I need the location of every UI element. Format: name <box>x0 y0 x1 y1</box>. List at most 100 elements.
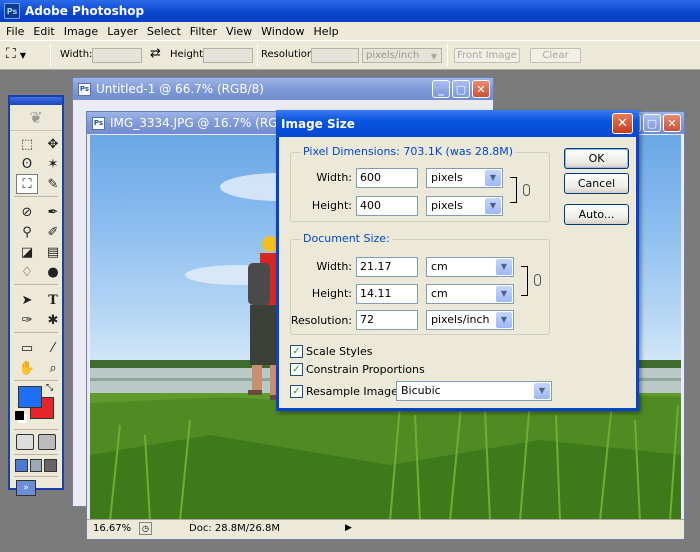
notes-tool-icon[interactable]: ▭ <box>16 338 38 358</box>
resample-image-label: Resample Image: <box>306 385 402 398</box>
dodge-tool-icon[interactable]: ● <box>42 262 64 282</box>
toolbox-separator <box>14 454 58 455</box>
brush-tool-icon[interactable]: ✒ <box>42 202 64 222</box>
menu-select[interactable]: Select <box>144 25 187 38</box>
gradient-tool-icon[interactable]: ▤ <box>42 242 64 262</box>
cancel-button[interactable]: Cancel <box>564 173 629 194</box>
window-title-bar[interactable]: Ps Untitled-1 @ 66.7% (RGB/8) _ ▢ ✕ <box>73 78 493 100</box>
menu-window[interactable]: Window <box>258 25 310 38</box>
healing-brush-tool-icon[interactable]: ⊘ <box>16 202 38 222</box>
zoom-level[interactable]: 16.67% <box>93 523 131 534</box>
swap-colors-icon[interactable]: ⤡ <box>46 383 53 393</box>
menu-image[interactable]: Image <box>61 25 104 38</box>
resolution-label: Resolution: <box>290 314 352 327</box>
dialog-title: Image Size <box>281 116 355 131</box>
status-scroll-right-icon[interactable]: ▶ <box>345 523 352 533</box>
app-title: Adobe Photoshop <box>25 4 145 18</box>
standard-mode-icon[interactable] <box>16 434 34 450</box>
menu-layer[interactable]: Layer <box>104 25 144 38</box>
menu-bar: File Edit Image Layer Select Filter View… <box>0 22 700 40</box>
options-bar: ⛶ ▼ Width: ⇄ Height: Resolution: pixels/i… <box>0 40 700 70</box>
move-tool-icon[interactable]: ✥ <box>42 134 64 154</box>
path-selection-tool-icon[interactable]: ➤ <box>16 290 38 310</box>
doc-width-input[interactable]: 21.17 <box>356 257 418 277</box>
chevron-down-icon: ▼ <box>534 383 550 399</box>
doc-height-input[interactable]: 14.11 <box>356 284 418 304</box>
zoom-tool-icon[interactable]: ⌕ <box>42 358 64 378</box>
doc-width-unit-select[interactable]: cm ▼ <box>426 257 514 277</box>
resample-method-value: Bicubic <box>401 384 441 397</box>
slice-tool-icon[interactable]: ✎ <box>42 174 64 194</box>
photoshop-document-icon: Ps <box>78 82 91 96</box>
resolution-input[interactable]: 72 <box>356 310 418 330</box>
foreground-color-swatch[interactable] <box>18 386 42 408</box>
doc-size-info: Doc: 28.8M/26.8M <box>189 523 281 534</box>
tool-grid: ▭ ⁄ ✋ ⌕ <box>10 335 62 378</box>
close-button[interactable]: ✕ <box>472 80 490 98</box>
history-brush-tool-icon[interactable]: ✐ <box>42 222 64 242</box>
type-tool-icon[interactable]: T <box>42 290 64 310</box>
close-button[interactable]: ✕ <box>663 114 681 132</box>
eyedropper-tool-icon[interactable]: ⁄ <box>42 338 64 358</box>
chevron-down-icon: ▼ <box>19 51 26 60</box>
pixel-width-input[interactable]: 600 <box>356 168 418 188</box>
clear-button[interactable]: Clear <box>530 48 581 63</box>
menu-help[interactable]: Help <box>311 25 345 38</box>
pixel-height-input[interactable]: 400 <box>356 196 418 216</box>
color-swatches: ⤡ <box>10 383 62 427</box>
blur-tool-icon[interactable]: ♢ <box>16 262 38 282</box>
doc-height-label: Height: <box>311 287 352 300</box>
doc-height-unit-select[interactable]: cm ▼ <box>426 284 514 304</box>
scale-styles-checkbox[interactable]: ✓ Scale Styles <box>290 345 372 358</box>
height-input[interactable] <box>203 48 253 63</box>
shape-tool-icon[interactable]: ✱ <box>42 310 64 330</box>
clone-stamp-tool-icon[interactable]: ⚲ <box>16 222 38 242</box>
lasso-tool-icon[interactable]: ʘ <box>16 154 38 174</box>
marquee-tool-icon[interactable]: ⬚ <box>16 134 38 154</box>
maximize-button[interactable]: ▢ <box>643 114 661 132</box>
pixel-height-unit-select[interactable]: pixels ▼ <box>426 196 503 216</box>
full-screen-mode-icon[interactable] <box>44 459 58 472</box>
menu-view[interactable]: View <box>223 25 258 38</box>
pixel-width-unit-select[interactable]: pixels ▼ <box>426 168 503 188</box>
options-separator <box>447 44 448 66</box>
status-menu-icon[interactable]: ◷ <box>139 522 152 535</box>
screen-mode-buttons <box>10 457 62 474</box>
dialog-title-bar[interactable]: Image Size <box>276 110 639 137</box>
menu-filter[interactable]: Filter <box>187 25 223 38</box>
menu-edit[interactable]: Edit <box>30 25 60 38</box>
eraser-tool-icon[interactable]: ◪ <box>16 242 38 262</box>
pixel-width-unit: pixels <box>431 171 463 184</box>
hand-tool-icon[interactable]: ✋ <box>16 358 38 378</box>
constrain-proportions-checkbox[interactable]: ✓ Constrain Proportions <box>290 363 425 376</box>
pixel-width-label: Width: <box>316 171 352 184</box>
standard-screen-mode-icon[interactable] <box>15 459 28 472</box>
toolbox: ❦ ⬚ ✥ ʘ ✶ ⛶ ✎ ⊘ ✒ ⚲ ✐ ◪ ▤ ♢ ● ➤ T ✑ ✱ ▭ … <box>8 95 64 496</box>
full-screen-menu-mode-icon[interactable] <box>29 459 43 472</box>
resolution-unit-select[interactable]: pixels/inch ▼ <box>426 310 514 330</box>
default-colors-icon[interactable] <box>15 411 24 420</box>
ok-button[interactable]: OK <box>564 148 629 169</box>
imageready-icon[interactable]: » <box>16 480 36 496</box>
swap-icon[interactable]: ⇄ <box>150 46 161 61</box>
width-input[interactable] <box>92 48 142 63</box>
tool-preset-picker[interactable]: ⛶ ▼ <box>6 46 46 64</box>
resolution-input[interactable] <box>311 48 359 63</box>
dialog-close-button[interactable]: ✕ <box>612 113 633 134</box>
crop-tool-icon[interactable]: ⛶ <box>16 174 38 194</box>
auto-button[interactable]: Auto... <box>564 204 629 225</box>
minimize-button[interactable]: _ <box>432 80 450 98</box>
pen-tool-icon[interactable]: ✑ <box>16 310 38 330</box>
toolbox-separator <box>14 196 58 197</box>
menu-file[interactable]: File <box>3 25 30 38</box>
magic-wand-tool-icon[interactable]: ✶ <box>42 154 64 174</box>
quick-mask-icon[interactable] <box>38 434 56 450</box>
adobe-feather-logo[interactable]: ❦ <box>10 105 62 131</box>
resolution-units-select[interactable]: pixels/inch ▼ <box>362 48 442 63</box>
maximize-button[interactable]: ▢ <box>452 80 470 98</box>
resample-image-checkbox[interactable]: ✓ Resample Image: <box>290 385 402 398</box>
resample-method-select[interactable]: Bicubic ▼ <box>396 381 552 401</box>
front-image-button[interactable]: Front Image <box>454 48 520 63</box>
resolution-label: Resolution: <box>261 49 317 60</box>
toolbox-title-bar[interactable] <box>10 97 62 105</box>
